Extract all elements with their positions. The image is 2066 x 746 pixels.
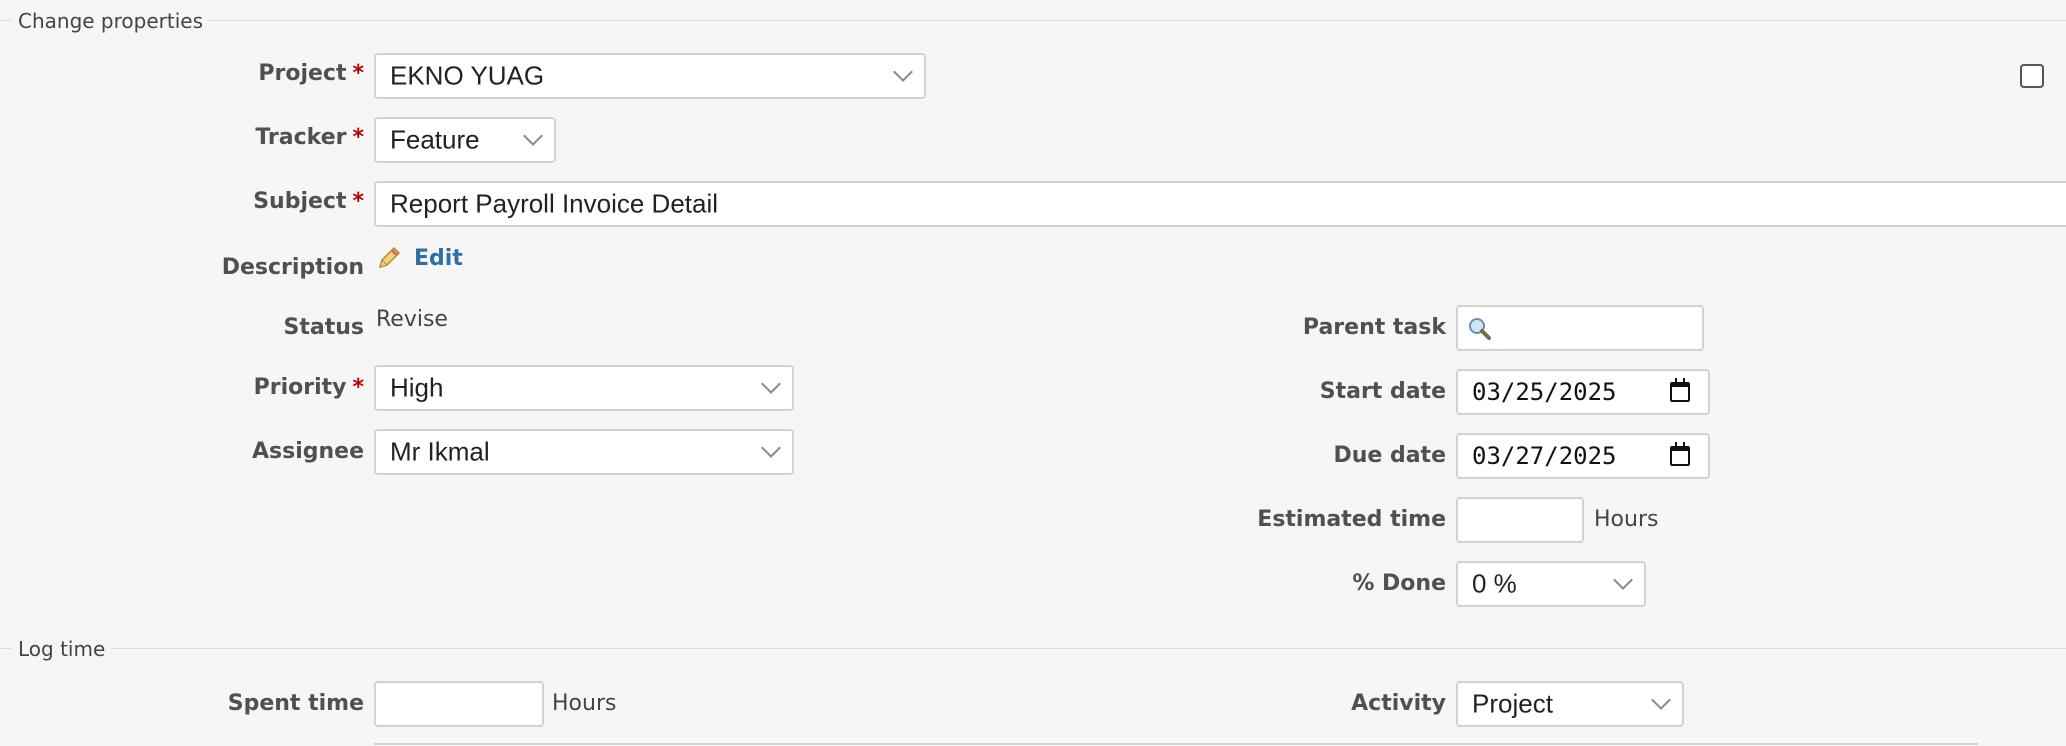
spent-time-input[interactable]: [374, 681, 544, 727]
tracker-select-value: Feature: [390, 124, 480, 155]
assignee-select[interactable]: Mr Ikmal: [374, 429, 794, 475]
subject-input-value: Report Payroll Invoice Detail: [390, 188, 719, 219]
priority-label-text: Priority: [253, 375, 347, 400]
pencil-icon: [378, 246, 401, 269]
tracker-label: Tracker *: [255, 125, 364, 150]
chevron-down-icon: [1651, 690, 1671, 710]
issue-edit-form: Change properties Project * EKNO YUAG Tra…: [0, 0, 2066, 746]
parent-task-label: Parent task: [1303, 315, 1446, 340]
spent-time-label-text: Spent time: [227, 691, 364, 716]
change-properties-legend: Change properties: [12, 9, 209, 33]
chevron-down-icon: [761, 374, 781, 394]
search-icon: [1469, 318, 1491, 340]
activity-select[interactable]: Project: [1456, 681, 1684, 727]
activity-label-text: Activity: [1351, 691, 1446, 716]
done-ratio-select-value: 0 %: [1472, 568, 1517, 599]
start-date-input-value: 03/25/2025: [1472, 378, 1617, 406]
spent-time-unit: Hours: [552, 691, 617, 716]
description-label-text: Description: [221, 255, 364, 280]
estimated-time-unit: Hours: [1594, 507, 1659, 532]
assignee-label: Assignee: [252, 439, 364, 464]
project-label-text: Project: [258, 61, 347, 86]
status-label: Status: [284, 315, 364, 340]
priority-label: Priority *: [254, 375, 364, 400]
tracker-label-text: Tracker: [255, 125, 347, 150]
parent-task-label-text: Parent task: [1302, 315, 1446, 340]
priority-select[interactable]: High: [374, 365, 794, 411]
estimated-time-label-text: Estimated time: [1257, 507, 1446, 532]
due-date-label: Due date: [1333, 443, 1446, 468]
tracker-select[interactable]: Feature: [374, 117, 556, 163]
start-date-label-text: Start date: [1319, 379, 1446, 404]
status-value: Revise: [376, 307, 448, 332]
done-ratio-label: % Done: [1352, 571, 1446, 596]
spent-time-label: Spent time: [228, 691, 364, 716]
status-label-text: Status: [283, 315, 364, 340]
required-marker: *: [352, 189, 364, 214]
assignee-label-text: Assignee: [251, 439, 364, 464]
start-date-input[interactable]: 03/25/2025: [1456, 369, 1710, 415]
subject-label-text: Subject: [253, 189, 347, 214]
due-date-input[interactable]: 03/27/2025: [1456, 433, 1710, 479]
private-checkbox[interactable]: [2020, 64, 2044, 88]
chevron-down-icon: [761, 438, 781, 458]
description-label: Description: [222, 255, 364, 280]
assignee-select-value: Mr Ikmal: [390, 436, 490, 467]
due-date-input-value: 03/27/2025: [1472, 442, 1617, 470]
parent-task-input[interactable]: [1456, 305, 1704, 351]
description-edit-link[interactable]: Edit: [414, 246, 463, 271]
log-time-legend: Log time: [12, 637, 112, 661]
chevron-down-icon: [1613, 570, 1633, 590]
done-ratio-select[interactable]: 0 %: [1456, 561, 1646, 607]
subject-input[interactable]: Report Payroll Invoice Detail: [374, 181, 2066, 227]
required-marker: *: [352, 125, 364, 150]
due-date-label-text: Due date: [1333, 443, 1446, 468]
calendar-icon[interactable]: [1670, 378, 1690, 402]
activity-select-value: Project: [1472, 688, 1553, 719]
project-select[interactable]: EKNO YUAG: [374, 53, 926, 99]
estimated-time-label: Estimated time: [1257, 507, 1446, 532]
calendar-icon[interactable]: [1670, 442, 1690, 466]
start-date-label: Start date: [1320, 379, 1446, 404]
project-label: Project *: [258, 61, 364, 86]
priority-select-value: High: [390, 372, 444, 403]
activity-label: Activity: [1351, 691, 1446, 716]
project-select-value: EKNO YUAG: [390, 60, 545, 91]
chevron-down-icon: [523, 126, 543, 146]
done-ratio-label-text: % Done: [1352, 571, 1446, 596]
chevron-down-icon: [893, 62, 913, 82]
required-marker: *: [352, 375, 364, 400]
private-label-partial: [2060, 62, 2066, 86]
estimated-time-input[interactable]: [1456, 497, 1584, 543]
required-marker: *: [352, 61, 364, 86]
subject-label: Subject *: [253, 189, 364, 214]
